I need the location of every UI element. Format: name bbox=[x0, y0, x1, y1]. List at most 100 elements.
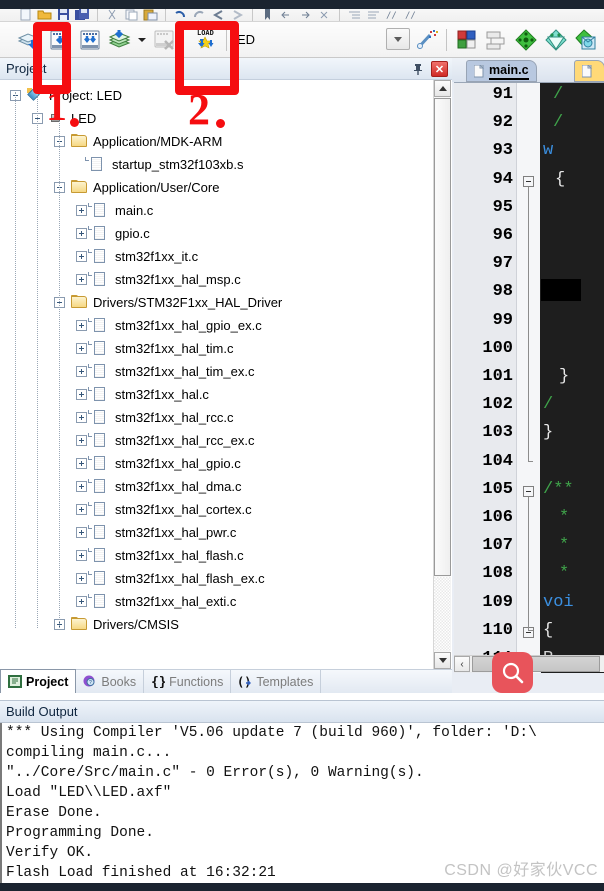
tree-item[interactable]: Drivers/CMSIS bbox=[0, 613, 430, 636]
project-tree[interactable]: Project: LED LED Application/MDK-ARM startu… bbox=[0, 80, 452, 669]
target-combo-value[interactable]: ED bbox=[237, 32, 255, 47]
tree-item[interactable]: stm32f1xx_hal_dma.c bbox=[0, 475, 430, 498]
tree-item[interactable]: stm32f1xx_it.c bbox=[0, 245, 430, 268]
tree-item[interactable]: stm32f1xx_hal.c bbox=[0, 383, 430, 406]
expand-icon[interactable] bbox=[76, 389, 87, 400]
target-dropdown-button[interactable] bbox=[386, 28, 410, 50]
code-fold-column[interactable] bbox=[516, 83, 540, 673]
project-view-tabs[interactable]: Project ? Books {} Functions () Template… bbox=[0, 669, 452, 693]
scroll-up-button[interactable] bbox=[434, 80, 451, 97]
expand-icon[interactable] bbox=[76, 274, 87, 285]
tree-item[interactable]: stm32f1xx_hal_rcc.c bbox=[0, 406, 430, 429]
expand-icon[interactable] bbox=[76, 205, 87, 216]
code-area[interactable]: 91 92 93 94 95 96 97 98 99 100 101 102 103 104 105 106 1… bbox=[454, 82, 604, 673]
bookmark-clear-icon[interactable] bbox=[317, 9, 332, 21]
paste-icon[interactable] bbox=[143, 9, 158, 21]
expand-icon[interactable] bbox=[76, 320, 87, 331]
tree-item[interactable]: stm32f1xx_hal_flash.c bbox=[0, 544, 430, 567]
scroll-left-button[interactable]: ‹ bbox=[454, 656, 470, 672]
expand-icon[interactable] bbox=[76, 504, 87, 515]
bookmark-prev-icon[interactable] bbox=[279, 9, 294, 21]
code-fold-toggle[interactable] bbox=[523, 485, 534, 497]
manage-multi-project-button[interactable] bbox=[482, 26, 510, 54]
bookmark-icon[interactable] bbox=[260, 9, 275, 21]
expand-icon[interactable] bbox=[76, 573, 87, 584]
code-fold-toggle[interactable] bbox=[523, 175, 534, 187]
expand-icon[interactable] bbox=[76, 228, 87, 239]
editor-tab-secondary[interactable] bbox=[574, 60, 604, 82]
copy-icon[interactable] bbox=[124, 9, 139, 21]
tree-item[interactable]: stm32f1xx_hal_flash_ex.c bbox=[0, 567, 430, 590]
expand-icon[interactable] bbox=[76, 550, 87, 561]
manage-project-items-button[interactable] bbox=[452, 26, 480, 54]
bookmark-next-icon[interactable] bbox=[298, 9, 313, 21]
open-folder-icon[interactable] bbox=[37, 9, 52, 21]
expand-icon[interactable] bbox=[76, 481, 87, 492]
window-bottom-edge bbox=[0, 883, 604, 891]
tab-templates[interactable]: () Templates bbox=[231, 670, 322, 693]
tree-item[interactable]: Drivers/STM32F1xx_HAL_Driver bbox=[0, 291, 430, 314]
save-icon[interactable] bbox=[56, 9, 71, 21]
navigate-back-icon[interactable] bbox=[211, 9, 226, 21]
manage-run-time-button[interactable] bbox=[542, 26, 570, 54]
tree-item[interactable]: Application/User/Core bbox=[0, 176, 430, 199]
rebuild-button[interactable] bbox=[76, 26, 104, 54]
pack-manage-button[interactable] bbox=[572, 26, 600, 54]
scroll-down-button[interactable] bbox=[434, 652, 451, 669]
svg-text:?: ? bbox=[89, 680, 92, 686]
batch-build-dropdown[interactable] bbox=[136, 26, 148, 54]
undo-icon[interactable] bbox=[173, 9, 188, 21]
tree-item[interactable]: Application/MDK-ARM bbox=[0, 130, 430, 153]
tree-item[interactable]: stm32f1xx_hal_rcc_ex.c bbox=[0, 429, 430, 452]
comment-icon[interactable]: // bbox=[385, 9, 400, 21]
tree-item[interactable]: stm32f1xx_hal_gpio_ex.c bbox=[0, 314, 430, 337]
cut-icon[interactable] bbox=[105, 9, 120, 21]
expand-icon[interactable] bbox=[76, 366, 87, 377]
tree-item[interactable]: stm32f1xx_hal_gpio.c bbox=[0, 452, 430, 475]
tab-books[interactable]: ? Books bbox=[76, 670, 145, 693]
navigate-forward-icon[interactable] bbox=[230, 9, 245, 21]
new-file-icon[interactable] bbox=[18, 9, 33, 21]
tree-item[interactable]: stm32f1xx_hal_cortex.c bbox=[0, 498, 430, 521]
tree-item[interactable]: stm32f1xx_hal_tim_ex.c bbox=[0, 360, 430, 383]
uncomment-icon[interactable]: // bbox=[404, 9, 419, 21]
tree-item[interactable]: startup_stm32f103xb.s bbox=[0, 153, 430, 176]
tree-item[interactable]: stm32f1xx_hal_pwr.c bbox=[0, 521, 430, 544]
tab-functions[interactable]: {} Functions bbox=[144, 670, 232, 693]
stop-build-button[interactable] bbox=[150, 26, 178, 54]
code-text[interactable]: //w{}/}/*****voi{R bbox=[541, 83, 604, 673]
pack-installer-button[interactable] bbox=[512, 26, 540, 54]
close-icon[interactable]: ✕ bbox=[431, 61, 448, 77]
expand-icon[interactable] bbox=[76, 435, 87, 446]
expand-icon[interactable] bbox=[76, 458, 87, 469]
outdent-icon[interactable] bbox=[366, 9, 381, 21]
save-all-icon[interactable] bbox=[75, 9, 90, 21]
rebuild-icon bbox=[80, 30, 100, 49]
expand-icon[interactable] bbox=[76, 527, 87, 538]
expand-icon[interactable] bbox=[76, 412, 87, 423]
editor-tab-main-c[interactable]: main.c bbox=[466, 60, 537, 82]
tab-project[interactable]: Project bbox=[0, 669, 77, 693]
magnifier-icon[interactable] bbox=[492, 652, 533, 693]
redo-icon[interactable] bbox=[192, 9, 207, 21]
tree-item[interactable]: stm32f1xx_hal_msp.c bbox=[0, 268, 430, 291]
tree-item-label: stm32f1xx_hal_rcc_ex.c bbox=[115, 433, 255, 448]
expand-icon[interactable] bbox=[76, 343, 87, 354]
tree-item[interactable]: gpio.c bbox=[0, 222, 430, 245]
project-tree-scrollbar[interactable] bbox=[433, 80, 451, 669]
expand-icon[interactable] bbox=[76, 596, 87, 607]
tree-item[interactable]: stm32f1xx_hal_tim.c bbox=[0, 337, 430, 360]
tree-item[interactable]: stm32f1xx_hal_exti.c bbox=[0, 590, 430, 613]
expand-icon[interactable] bbox=[76, 251, 87, 262]
line-number: 107 bbox=[482, 536, 513, 556]
pin-icon[interactable] bbox=[411, 62, 425, 76]
scrollbar-track[interactable] bbox=[434, 577, 451, 651]
target-options-button[interactable] bbox=[413, 26, 441, 54]
editor-tabstrip[interactable]: main.c bbox=[452, 58, 604, 82]
scrollbar-thumb[interactable] bbox=[434, 98, 451, 576]
books-icon: ? bbox=[83, 675, 97, 688]
batch-build-button[interactable] bbox=[106, 26, 134, 54]
indent-icon[interactable] bbox=[347, 9, 362, 21]
tree-item[interactable]: main.c bbox=[0, 199, 430, 222]
line-number: 91 bbox=[492, 85, 513, 104]
